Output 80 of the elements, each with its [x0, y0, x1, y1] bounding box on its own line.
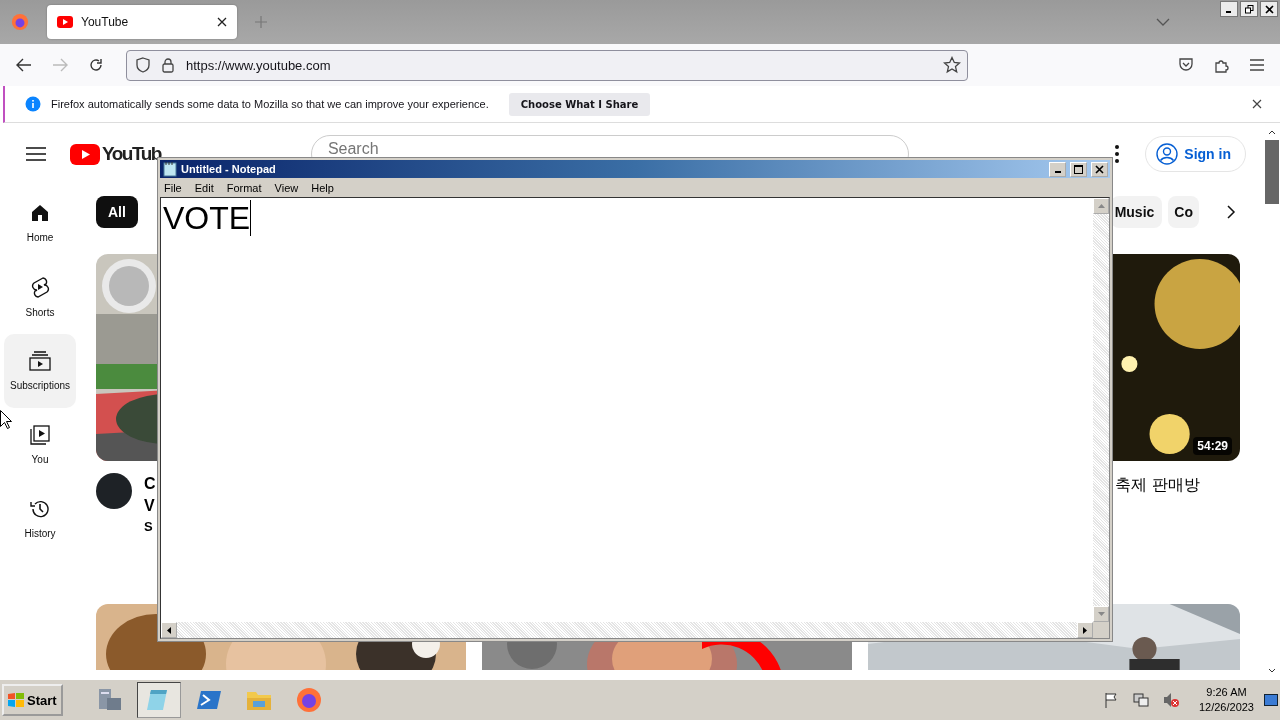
youtube-icon [57, 16, 73, 28]
notepad-taskbar-button[interactable] [136, 682, 181, 718]
text-area[interactable]: VOTE [161, 198, 1093, 238]
menu-item[interactable]: Format [226, 181, 262, 194]
chevron-right-icon[interactable] [1227, 205, 1236, 219]
start-button[interactable]: Start [2, 684, 63, 716]
more-icon[interactable] [1115, 145, 1120, 163]
scroll-right-button[interactable] [1077, 622, 1093, 638]
menu-item[interactable]: File [164, 181, 182, 194]
lock-icon[interactable] [162, 57, 174, 73]
show-desktop-icon[interactable] [1264, 693, 1278, 707]
choose-what-i-share-button[interactable]: Choose What I Share [508, 92, 651, 116]
up-arrow-icon [1097, 204, 1105, 208]
right-arrow-icon [1083, 626, 1087, 634]
close-icon[interactable] [1252, 99, 1262, 109]
close-icon[interactable] [217, 17, 227, 27]
scroll-up-button[interactable] [1093, 198, 1109, 214]
back-icon[interactable] [16, 58, 32, 72]
flag-icon[interactable] [1102, 692, 1119, 708]
user-icon [1156, 143, 1179, 165]
restore-button[interactable] [1240, 1, 1258, 17]
info-icon [25, 96, 41, 112]
shorts-icon [30, 276, 50, 298]
sidebar-item[interactable]: Subscriptions [4, 334, 76, 408]
puzzle-icon[interactable] [1214, 57, 1230, 73]
video-library-icon [30, 425, 50, 445]
scrollbar-thumb[interactable] [1265, 140, 1279, 204]
window-title: Untitled - Notepad [181, 163, 276, 175]
start-logo-icon [8, 693, 24, 707]
filter-chip[interactable]: All [96, 196, 138, 228]
sidebar-item[interactable]: History [4, 482, 76, 556]
notification-text: Firefox automatically sends some data to Mozilla so that we can improve your experience. [51, 98, 489, 110]
muted-speaker-icon[interactable] [1162, 692, 1179, 708]
close-button[interactable] [1260, 1, 1278, 17]
address-bar[interactable]: https://www.youtube.com [126, 49, 968, 81]
star-icon[interactable] [943, 56, 961, 74]
notepad-icon [163, 161, 177, 177]
network-icon[interactable] [1132, 692, 1149, 708]
chevron-down-icon[interactable] [1156, 18, 1170, 26]
sidebar-item[interactable]: Home [4, 186, 76, 260]
left-arrow-icon [167, 626, 171, 634]
maximize-button[interactable] [1070, 161, 1087, 177]
video-title[interactable]: C [144, 473, 156, 495]
video-title[interactable]: 축제 판매방 [1114, 475, 1200, 496]
youtube-logo-icon [70, 143, 100, 165]
shield-icon[interactable] [136, 57, 150, 73]
restore-icon [1244, 4, 1254, 14]
home-icon [30, 203, 50, 223]
close-icon [1095, 164, 1104, 174]
minimize-button[interactable] [1220, 1, 1238, 17]
maximize-icon [1074, 164, 1083, 174]
channel-name[interactable]: S [144, 519, 153, 534]
scroll-up-icon[interactable] [1268, 130, 1276, 135]
logo-text[interactable]: YouTub [102, 143, 161, 165]
filter-chip[interactable]: Co [1168, 196, 1199, 228]
menu-item[interactable]: View [274, 181, 299, 194]
pocket-icon[interactable] [1178, 57, 1194, 73]
clock-date[interactable]: 12/26/2023 [1198, 700, 1254, 715]
history-icon [30, 499, 50, 519]
sign-in-button[interactable]: Sign in [1145, 136, 1246, 172]
reload-icon[interactable] [88, 57, 104, 73]
menu-item[interactable]: Edit [194, 181, 214, 194]
video-title[interactable]: V [144, 495, 155, 517]
sidebar-item[interactable]: Shorts [4, 260, 76, 334]
browser-tab[interactable]: YouTube [47, 5, 237, 39]
subscriptions-icon [29, 351, 51, 371]
channel-avatar[interactable] [96, 473, 132, 509]
menu-icon[interactable] [1250, 59, 1264, 71]
filter-chip[interactable]: Music [1110, 196, 1163, 228]
down-arrow-icon [1097, 612, 1105, 616]
scroll-left-button[interactable] [161, 622, 177, 638]
sidebar-item[interactable]: You [4, 408, 76, 482]
resize-grip[interactable] [1093, 622, 1109, 638]
clock-time[interactable]: 9:26 AM [1206, 685, 1247, 700]
menu-icon[interactable] [26, 146, 46, 162]
menu-item[interactable]: Help [311, 181, 334, 194]
video-duration: 54:29 [1193, 437, 1232, 455]
firefox-icon[interactable] [294, 686, 323, 714]
scroll-down-icon[interactable] [1268, 668, 1276, 673]
close-icon [1264, 4, 1274, 14]
